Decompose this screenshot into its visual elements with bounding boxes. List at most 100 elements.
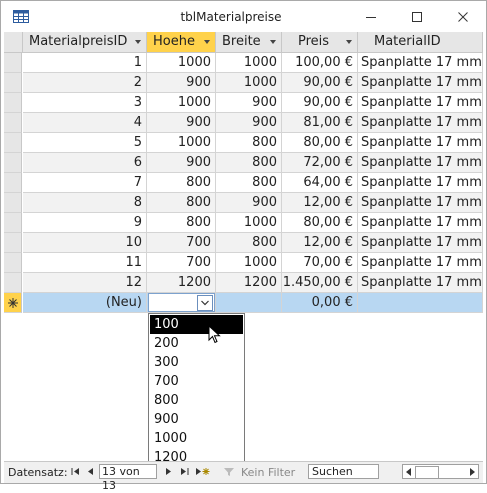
table-cell-id[interactable]: 5 [23, 133, 147, 153]
table-cell-hoehe[interactable]: 1000 [147, 133, 216, 153]
hoehe-dropdown-list[interactable]: 100 200 300 700 800 900 1000 1200 [148, 313, 245, 465]
table-cell-preis[interactable]: 72,00 € [282, 153, 358, 173]
row-selector[interactable] [4, 213, 22, 233]
table-cell-hoehe[interactable]: 900 [147, 73, 216, 93]
table-cell-material[interactable]: Spanplatte 17 mm [358, 213, 483, 233]
table-cell-id[interactable]: 4 [23, 113, 147, 133]
table-cell-breite[interactable]: 900 [216, 93, 282, 113]
table-cell-preis[interactable]: 80,00 € [282, 213, 358, 233]
table-cell-preis[interactable]: 100,00 € [282, 53, 358, 73]
table-cell-hoehe[interactable]: 700 [147, 233, 216, 253]
maximize-button[interactable] [394, 1, 440, 33]
table-cell-hoehe[interactable]: 900 [147, 153, 216, 173]
new-record-materialid[interactable] [358, 293, 483, 313]
table-cell-id[interactable]: 9 [23, 213, 147, 233]
dropdown-option[interactable]: 700 [150, 372, 243, 391]
sort-dropdown-icon[interactable] [135, 40, 141, 44]
column-header-hoehe[interactable]: Hoehe [147, 32, 216, 53]
table-cell-id[interactable]: 11 [23, 253, 147, 273]
row-selector[interactable] [4, 73, 22, 93]
table-cell-preis[interactable]: 70,00 € [282, 253, 358, 273]
row-selector[interactable] [4, 193, 22, 213]
row-selector[interactable] [4, 273, 22, 293]
column-header-preis[interactable]: Preis [282, 32, 358, 53]
table-cell-hoehe[interactable]: 900 [147, 113, 216, 133]
table-cell-preis[interactable]: 81,00 € [282, 113, 358, 133]
table-cell-breite[interactable]: 900 [216, 113, 282, 133]
sort-dropdown-icon[interactable] [346, 40, 352, 44]
table-cell-hoehe[interactable]: 800 [147, 193, 216, 213]
column-header-breite[interactable]: Breite [216, 32, 282, 53]
table-cell-breite[interactable]: 1000 [216, 53, 282, 73]
table-cell-hoehe[interactable]: 800 [147, 173, 216, 193]
column-header-materialid[interactable]: MaterialID [358, 32, 483, 53]
table-cell-preis[interactable]: 90,00 € [282, 73, 358, 93]
table-cell-hoehe[interactable]: 700 [147, 253, 216, 273]
table-cell-material[interactable]: Spanplatte 17 mm [358, 153, 483, 173]
row-selector[interactable] [4, 113, 22, 133]
scroll-right-icon[interactable] [468, 467, 476, 477]
table-cell-preis[interactable]: 90,00 € [282, 93, 358, 113]
table-cell-id[interactable]: 6 [23, 153, 147, 173]
dropdown-option[interactable]: 900 [150, 410, 243, 429]
dropdown-option[interactable]: 800 [150, 391, 243, 410]
scroll-thumb[interactable] [415, 466, 439, 479]
new-record-preis[interactable]: 0,00 € [282, 293, 358, 313]
combo-dropdown-button[interactable] [197, 295, 213, 311]
row-selector[interactable] [4, 233, 22, 253]
table-cell-preis[interactable]: 80,00 € [282, 133, 358, 153]
next-record-icon[interactable] [163, 465, 174, 478]
row-selector[interactable] [4, 133, 22, 153]
table-cell-breite[interactable]: 900 [216, 193, 282, 213]
table-cell-breite[interactable]: 1000 [216, 73, 282, 93]
table-cell-id[interactable]: 8 [23, 193, 147, 213]
table-cell-id[interactable]: 2 [23, 73, 147, 93]
table-cell-breite[interactable]: 800 [216, 153, 282, 173]
row-selector[interactable] [4, 173, 22, 193]
dropdown-option[interactable]: 1000 [150, 429, 243, 448]
table-cell-material[interactable]: Spanplatte 17 mm [358, 233, 483, 253]
table-cell-hoehe[interactable]: 1200 [147, 273, 216, 293]
dropdown-option[interactable]: 300 [150, 353, 243, 372]
minimize-button[interactable] [348, 1, 394, 33]
table-cell-hoehe[interactable]: 1000 [147, 53, 216, 73]
table-cell-material[interactable]: Spanplatte 17 mm [358, 73, 483, 93]
table-cell-material[interactable]: Spanplatte 17 mm [358, 113, 483, 133]
table-cell-breite[interactable]: 1000 [216, 253, 282, 273]
table-cell-breite[interactable]: 1200 [216, 273, 282, 293]
sort-dropdown-icon[interactable] [270, 40, 276, 44]
scroll-left-icon[interactable] [405, 467, 413, 477]
search-input[interactable]: Suchen [308, 464, 379, 479]
table-cell-preis[interactable]: 64,00 € [282, 173, 358, 193]
new-record-nav-icon[interactable] [194, 465, 210, 478]
row-selector[interactable] [4, 53, 22, 73]
table-cell-preis[interactable]: 12,00 € [282, 193, 358, 213]
table-cell-hoehe[interactable]: 800 [147, 213, 216, 233]
table-cell-material[interactable]: Spanplatte 17 mm [358, 53, 483, 73]
table-cell-material[interactable]: Spanplatte 17 mm [358, 93, 483, 113]
column-header-materialpreisid[interactable]: MaterialpreisID [23, 32, 147, 53]
dropdown-option[interactable]: 200 [150, 334, 243, 353]
hoehe-combo-input[interactable] [148, 293, 215, 312]
row-selector[interactable] [4, 153, 22, 173]
table-cell-breite[interactable]: 800 [216, 173, 282, 193]
table-cell-hoehe[interactable]: 1000 [147, 93, 216, 113]
dropdown-option[interactable]: 100 [150, 315, 243, 334]
current-record-input[interactable]: 13 von 13 [99, 464, 157, 492]
table-cell-id[interactable]: 12 [23, 273, 147, 293]
first-record-icon[interactable] [70, 465, 81, 478]
table-cell-id[interactable]: 3 [23, 93, 147, 113]
table-cell-id[interactable]: 7 [23, 173, 147, 193]
table-cell-preis[interactable]: 12,00 € [282, 233, 358, 253]
table-cell-material[interactable]: Spanplatte 17 mm [358, 193, 483, 213]
table-cell-preis[interactable]: 1.450,00 € [282, 273, 358, 293]
select-all-corner[interactable] [4, 32, 23, 53]
filter-status[interactable]: Kein Filter [241, 466, 295, 479]
row-selector[interactable] [4, 93, 22, 113]
horizontal-scrollbar[interactable] [402, 464, 479, 479]
table-cell-id[interactable]: 1 [23, 53, 147, 73]
table-cell-material[interactable]: Spanplatte 17 mm [358, 133, 483, 153]
table-cell-breite[interactable]: 800 [216, 133, 282, 153]
row-selector[interactable] [4, 253, 22, 273]
table-cell-breite[interactable]: 1000 [216, 213, 282, 233]
